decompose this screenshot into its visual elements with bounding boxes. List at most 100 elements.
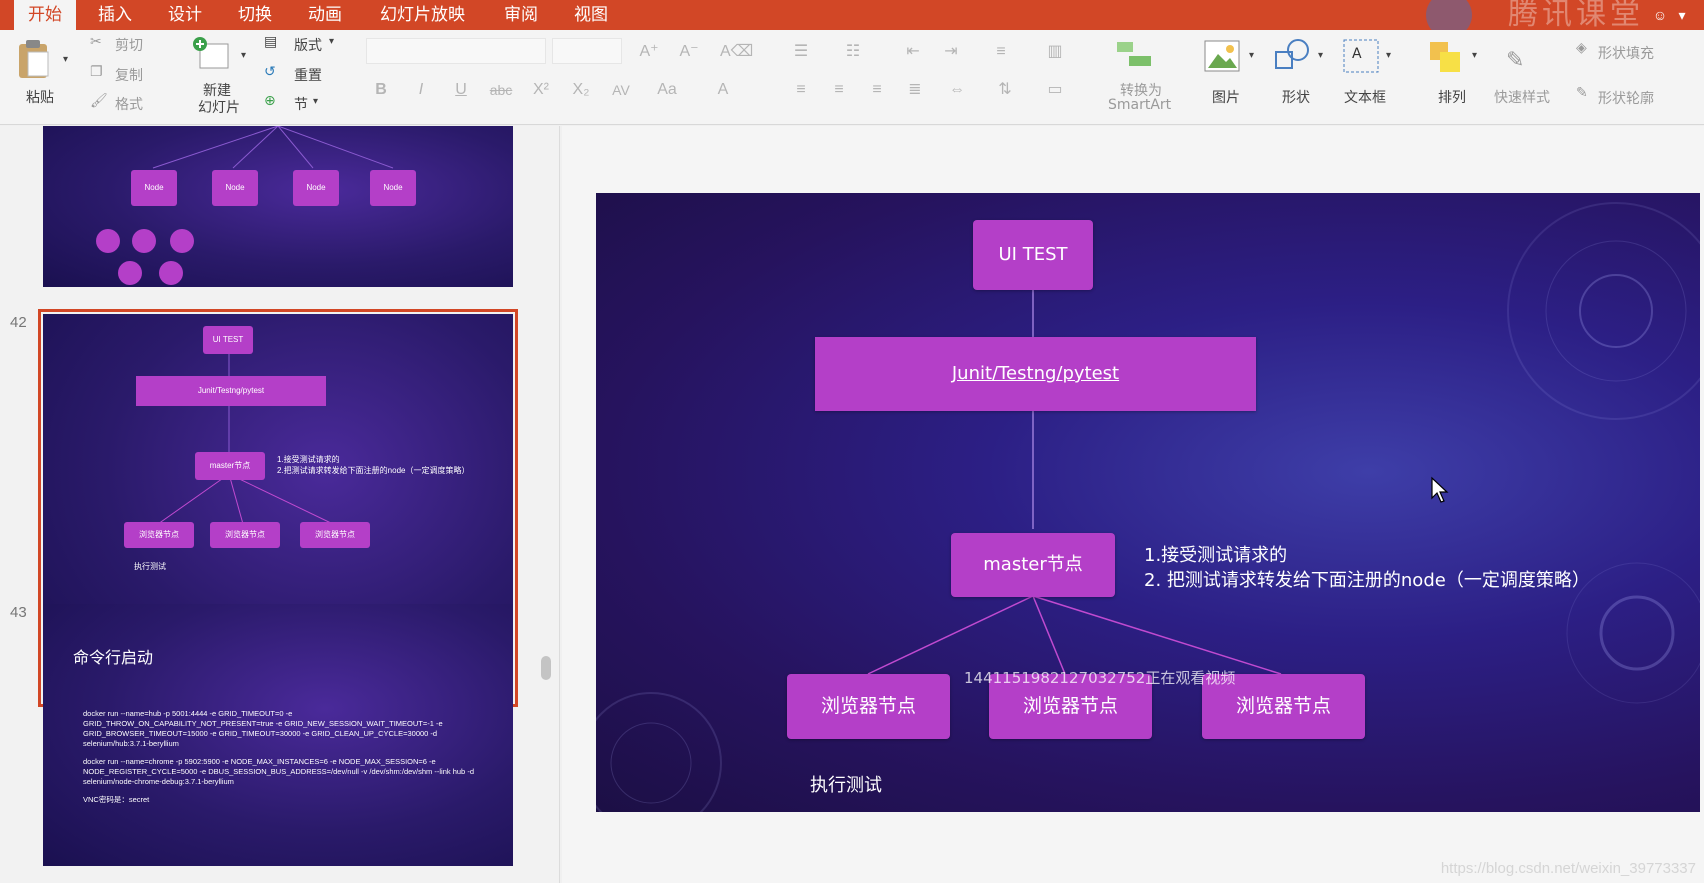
justify-icon[interactable]: ≣ <box>900 76 930 104</box>
paste-dropdown-icon[interactable]: ▾ <box>63 54 68 65</box>
subscript-icon[interactable]: X₂ <box>566 76 596 104</box>
tab-home[interactable]: 开始 <box>14 0 76 30</box>
new-slide-icon[interactable] <box>192 36 232 72</box>
junit-testng-pytest-box[interactable]: Junit/Testng/pytest <box>815 337 1256 411</box>
text-direction-icon[interactable]: ⇅ <box>990 76 1020 104</box>
smartart-label-2[interactable]: SmartArt <box>1108 97 1171 113</box>
reset-button[interactable]: 重置 <box>294 65 322 85</box>
increase-indent-icon[interactable]: ⇥ <box>936 38 966 66</box>
shape-fill-button[interactable]: 形状填充 <box>1598 43 1654 63</box>
tab-insert[interactable]: 插入 <box>98 0 132 30</box>
slide-thumbnail-43[interactable]: 命令行启动 docker run --name=hub -p 5001:4444… <box>43 604 513 866</box>
mouse-cursor-icon <box>1431 476 1449 503</box>
svg-text:A: A <box>1352 46 1362 62</box>
ribbon-options-icon[interactable]: ▾ <box>1672 5 1692 25</box>
paste-button[interactable]: 粘贴 <box>26 87 54 107</box>
superscript-icon[interactable]: X² <box>526 76 556 104</box>
section-button[interactable]: 节 <box>294 94 308 114</box>
align-left-icon[interactable]: ≡ <box>786 76 816 104</box>
tab-view[interactable]: 视图 <box>574 0 608 30</box>
layout-button[interactable]: 版式 <box>294 35 322 55</box>
thumb-master-box: master节点 <box>195 452 265 480</box>
tab-transitions[interactable]: 切换 <box>238 0 272 30</box>
tab-animations[interactable]: 动画 <box>308 0 342 30</box>
new-slide-dropdown-icon[interactable]: ▾ <box>241 50 246 61</box>
copy-button[interactable]: 复制 <box>115 65 143 85</box>
align-right-icon[interactable]: ≡ <box>862 76 892 104</box>
arrange-icon[interactable] <box>1428 40 1466 74</box>
align-text-icon[interactable]: ▭ <box>1040 76 1070 104</box>
italic-icon[interactable]: I <box>406 76 436 104</box>
layout-icon[interactable]: ▤ <box>264 34 277 50</box>
shapes-dropdown-icon[interactable]: ▾ <box>1318 50 1323 61</box>
ribbon-tab-bar: 开始 插入 设计 切换 动画 幻灯片放映 审阅 视图 腾讯课堂 ☺ ▾ <box>0 0 1704 38</box>
change-case-icon[interactable]: Aa <box>652 76 682 104</box>
clear-format-icon[interactable]: A⌫ <box>720 38 753 66</box>
line-spacing-icon[interactable]: ≡ <box>986 38 1016 66</box>
thumb-circle <box>132 229 156 253</box>
font-name-select[interactable] <box>366 38 546 64</box>
thumb-note-2: 2.把测试请求转发给下面注册的node（一定调度策略） <box>277 466 470 475</box>
section-icon[interactable]: ⊕ <box>264 93 276 109</box>
paste-icon[interactable] <box>16 38 52 80</box>
picture-dropdown-icon[interactable]: ▾ <box>1249 50 1254 61</box>
tab-slideshow[interactable]: 幻灯片放映 <box>380 0 465 30</box>
format-painter-button[interactable]: 格式 <box>115 94 143 114</box>
columns-icon[interactable]: ▥ <box>1040 38 1070 66</box>
master-note-2: 2. 把测试请求转发给下面注册的node（一定调度策略） <box>1144 570 1590 591</box>
new-slide-label-2[interactable]: 幻灯片 <box>198 97 240 117</box>
decrease-font-icon[interactable]: A⁻ <box>674 38 704 66</box>
format-painter-icon[interactable]: 🖌 <box>90 93 108 109</box>
underline-icon[interactable]: U <box>446 76 476 104</box>
picture-button[interactable]: 图片 <box>1212 87 1240 107</box>
smartart-icon[interactable] <box>1115 40 1155 70</box>
cut-icon[interactable]: ✂ <box>90 34 102 50</box>
thumb-43-title: 命令行启动 <box>73 648 154 667</box>
viewer-overlay-text: 1441151982127032752正在观看视频 <box>964 669 1236 687</box>
thumb-43-bullet-1: docker run --name=hub -p 5001:4444 -e GR… <box>83 709 443 748</box>
textbox-dropdown-icon[interactable]: ▾ <box>1386 50 1391 61</box>
account-icon[interactable]: ☺ <box>1650 5 1670 25</box>
char-spacing-icon[interactable]: AV <box>606 76 636 104</box>
slide-thumbnail-41[interactable]: Node Node Node Node <box>43 126 513 287</box>
increase-font-icon[interactable]: A⁺ <box>634 38 664 66</box>
main-slide-42[interactable]: UI TEST Junit/Testng/pytest master节点 1.接… <box>596 193 1700 812</box>
layout-dropdown-icon[interactable]: ▾ <box>329 36 334 47</box>
textbox-button[interactable]: 文本框 <box>1344 87 1386 107</box>
master-node-box[interactable]: master节点 <box>951 533 1115 597</box>
tab-review[interactable]: 审阅 <box>504 0 538 30</box>
font-color-icon[interactable]: A <box>708 76 738 104</box>
thumbnail-scrollbar[interactable] <box>541 656 551 680</box>
thumb-43-bullet-3: VNC密码是：secret <box>83 795 150 804</box>
cut-button[interactable]: 剪切 <box>115 35 143 55</box>
decrease-indent-icon[interactable]: ⇤ <box>898 38 928 66</box>
section-dropdown-icon[interactable]: ▾ <box>313 96 318 107</box>
arrange-button[interactable]: 排列 <box>1438 87 1466 107</box>
bullets-icon[interactable]: ☰ <box>786 38 816 66</box>
align-center-icon[interactable]: ≡ <box>824 76 854 104</box>
shape-outline-icon[interactable]: ✎ <box>1576 85 1588 101</box>
shape-outline-button[interactable]: 形状轮廓 <box>1598 88 1654 108</box>
browser-node-box-1[interactable]: 浏览器节点 <box>787 674 950 739</box>
strikethrough-icon[interactable]: abc <box>486 76 516 104</box>
ui-test-box[interactable]: UI TEST <box>973 220 1093 290</box>
thumb-browser-node-box: 浏览器节点 <box>300 522 370 548</box>
reset-icon[interactable]: ↺ <box>264 64 276 80</box>
thumb-43-bullet-2: docker run --name=chrome -p 5902:5900 -e… <box>83 757 474 786</box>
shapes-button[interactable]: 形状 <box>1282 87 1310 107</box>
font-size-select[interactable] <box>552 38 622 64</box>
shapes-icon[interactable] <box>1274 38 1314 74</box>
textbox-icon[interactable]: A <box>1342 38 1380 74</box>
distribute-icon[interactable]: ⇔ <box>942 76 972 104</box>
quick-styles-button[interactable]: 快速样式 <box>1494 87 1550 107</box>
tab-design[interactable]: 设计 <box>168 0 202 30</box>
copy-icon[interactable]: ❐ <box>90 64 103 80</box>
quick-styles-icon[interactable]: ✎ <box>1506 48 1524 73</box>
bold-icon[interactable]: B <box>366 76 396 104</box>
picture-icon[interactable] <box>1204 40 1240 72</box>
arrange-dropdown-icon[interactable]: ▾ <box>1472 50 1477 61</box>
shape-fill-icon[interactable]: ◈ <box>1576 40 1587 56</box>
brand-watermark: 腾讯课堂 <box>1508 0 1644 32</box>
numbering-icon[interactable]: ☷ <box>838 38 868 66</box>
thumb-circle <box>170 229 194 253</box>
